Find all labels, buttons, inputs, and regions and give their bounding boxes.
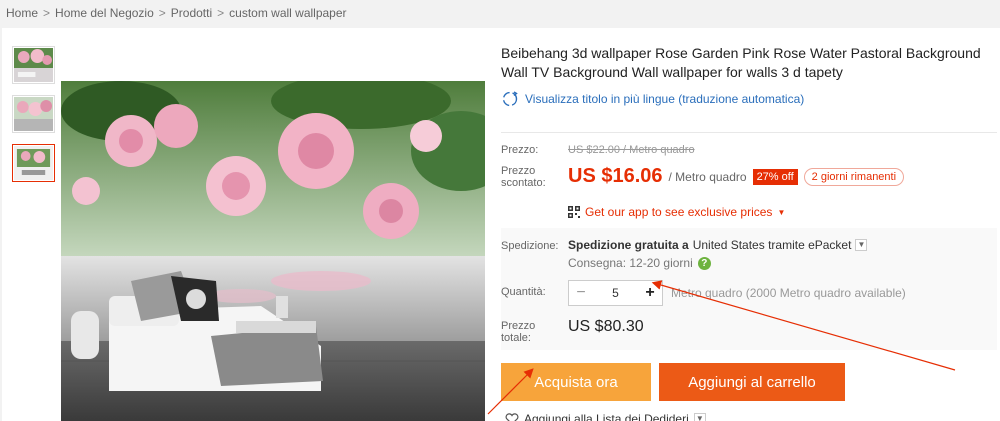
product-title: Beibehang 3d wallpaper Rose Garden Pink … (501, 45, 981, 80)
discount-price: US $16.06 (568, 165, 663, 187)
thumbnail-list (12, 46, 56, 193)
total-price: US $80.30 (568, 318, 644, 335)
translate-link-label: Visualizza titolo in più lingue (traduzi… (525, 92, 805, 106)
breadcrumb-home[interactable]: Home (6, 6, 38, 20)
wishlist-link[interactable]: Aggiungi alla Lista dei Dedideri ▼ (505, 412, 706, 421)
quantity-decrease-button[interactable]: − (569, 281, 593, 305)
breadcrumb-store-home[interactable]: Home del Negozio (55, 6, 154, 20)
total-price-label: Prezzo totale: (501, 320, 536, 344)
wishlist-label: Aggiungi alla Lista dei Dedideri (524, 412, 689, 421)
thumbnail-3[interactable] (12, 144, 55, 182)
price-label: Prezzo: (501, 144, 539, 156)
quantity-increase-button[interactable]: + (638, 281, 662, 305)
product-card: Beibehang 3d wallpaper Rose Garden Pink … (2, 28, 1000, 421)
price-unit: / Metro quadro (668, 169, 747, 184)
divider (501, 132, 997, 133)
chevron-down-icon[interactable]: ▼ (855, 239, 868, 251)
quantity-input[interactable] (593, 281, 638, 305)
heart-plus-icon (505, 413, 519, 421)
breadcrumb: Home > Home del Negozio > Prodotti > custom wa… (6, 6, 347, 20)
breadcrumb-products[interactable]: Prodotti (171, 6, 212, 20)
buy-now-button[interactable]: Acquista ora (501, 363, 651, 401)
app-promo-label: Get our app to see exclusive prices (585, 205, 773, 219)
add-to-cart-button[interactable]: Aggiungi al carrello (659, 363, 845, 401)
discount-price-label: Prezzo scontato: (501, 165, 546, 189)
discount-badge: 27% off (752, 168, 798, 185)
breadcrumb-category[interactable]: custom wall wallpaper (229, 6, 346, 20)
qr-code-icon (568, 206, 580, 218)
thumbnail-2[interactable] (12, 95, 55, 133)
original-price: US $22.00 / Metro quadro (568, 144, 695, 156)
quantity-label: Quantità: (501, 286, 546, 298)
product-info: Beibehang 3d wallpaper Rose Garden Pink … (501, 44, 997, 421)
app-promo-link[interactable]: Get our app to see exclusive prices ▼ (568, 205, 785, 219)
breadcrumb-separator: > (43, 6, 51, 20)
delivery-time: Consegna: 12-20 giorni ? (568, 256, 711, 270)
breadcrumb-separator: > (217, 6, 225, 20)
chevron-down-icon[interactable]: ▼ (693, 413, 706, 421)
free-shipping-text: Spedizione gratuita a (568, 238, 689, 252)
globe-refresh-icon (502, 91, 518, 107)
days-left-badge: 2 giorni rimanenti (803, 167, 905, 186)
shipping-destination: United States tramite ePacket (692, 238, 852, 252)
question-icon[interactable]: ? (697, 256, 711, 270)
shipping-option[interactable]: Spedizione gratuita a United States tram… (568, 238, 868, 252)
translate-link[interactable]: Visualizza titolo in più lingue (traduzi… (501, 90, 997, 108)
quantity-available: Metro quadro (2000 Metro quadro availabl… (671, 286, 906, 300)
delivery-time-label: Consegna: 12-20 giorni (568, 256, 693, 270)
product-main-image (61, 81, 485, 421)
thumbnail-1[interactable] (12, 46, 55, 84)
discount-price-row: US $16.06 / Metro quadro 27% off 2 giorn… (568, 165, 905, 188)
chevron-down-icon: ▼ (777, 207, 786, 217)
shipping-label: Spedizione: (501, 240, 559, 252)
quantity-stepper: − + (568, 280, 663, 306)
breadcrumb-separator: > (158, 6, 166, 20)
